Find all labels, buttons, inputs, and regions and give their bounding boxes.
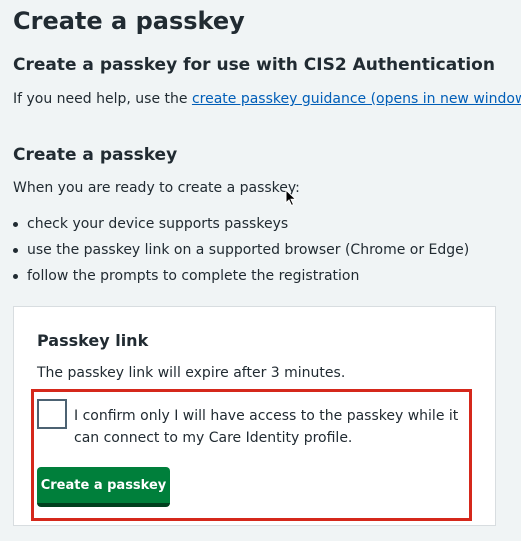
guidance-link[interactable]: create passkey guidance (opens in new wi… <box>192 91 521 107</box>
bullet-icon <box>13 248 18 253</box>
expiry-text: The passkey link will expire after 3 min… <box>37 365 346 381</box>
confirm-checkbox[interactable] <box>37 399 67 429</box>
step-text: use the passkey link on a supported brow… <box>27 242 470 258</box>
page-title: Create a passkey <box>13 7 245 35</box>
help-text-prefix: If you need help, use the <box>13 91 192 107</box>
list-item: check your device supports passkeys <box>13 214 469 240</box>
bullet-icon <box>13 222 18 227</box>
mouse-pointer-icon <box>285 189 297 207</box>
list-item: follow the prompts to complete the regis… <box>13 266 469 292</box>
passkey-link-card: Passkey link The passkey link will expir… <box>13 306 496 526</box>
card-heading: Passkey link <box>37 331 149 350</box>
create-passkey-button[interactable]: Create a passkey <box>37 467 170 507</box>
step-text: check your device supports passkeys <box>27 216 289 232</box>
section-intro: When you are ready to create a passkey: <box>13 180 300 196</box>
confirm-label[interactable]: I confirm only I will have access to the… <box>74 405 459 449</box>
help-text: If you need help, use the create passkey… <box>13 89 521 109</box>
list-item: use the passkey link on a supported brow… <box>13 240 469 266</box>
page-subtitle: Create a passkey for use with CIS2 Authe… <box>13 55 495 75</box>
section-heading: Create a passkey <box>13 145 178 165</box>
bullet-icon <box>13 274 18 279</box>
steps-list: check your device supports passkeys use … <box>13 214 469 292</box>
step-text: follow the prompts to complete the regis… <box>27 268 360 284</box>
